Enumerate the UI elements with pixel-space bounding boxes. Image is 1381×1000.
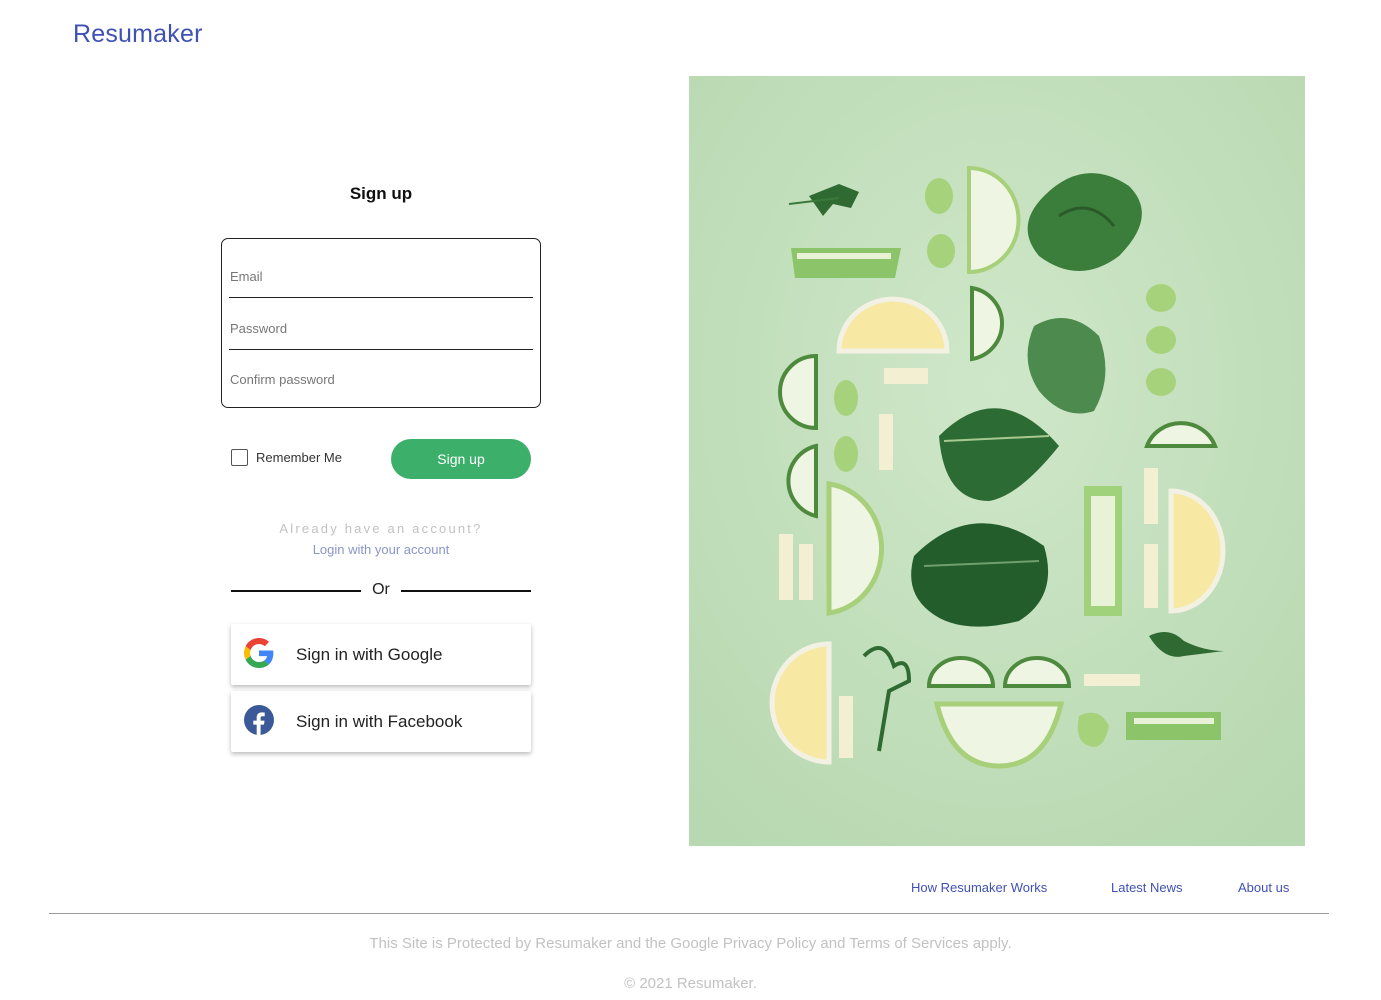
footer-divider: [49, 913, 1329, 914]
remember-me-toggle[interactable]: Remember Me: [231, 449, 342, 466]
footer-link-about-us[interactable]: About us: [1238, 880, 1289, 895]
sign-up-button[interactable]: Sign up: [391, 439, 531, 479]
resumaker-logo[interactable]: Resumaker: [73, 20, 203, 49]
password-field[interactable]: [229, 307, 533, 350]
vegetables-hero-image: [689, 76, 1305, 846]
login-link[interactable]: Login with your account: [221, 542, 541, 557]
or-divider: Or: [231, 580, 531, 600]
footer-link-latest-news[interactable]: Latest News: [1111, 880, 1183, 895]
vegetables-illustration: [689, 76, 1305, 846]
form-title: Sign up: [349, 184, 413, 203]
facebook-f-icon: [244, 705, 274, 735]
or-line-right: [401, 590, 531, 592]
remember-me-label: Remember Me: [256, 450, 342, 465]
credentials-field-group: [221, 238, 541, 408]
or-line-left: [231, 590, 361, 592]
facebook-sign-in-label: Sign in with Facebook: [296, 712, 463, 731]
google-sign-in-label: Sign in with Google: [296, 645, 443, 664]
copyright: © 2021 Resumaker.: [624, 975, 757, 992]
email-field[interactable]: [229, 255, 533, 298]
legal-notice: This Site is Protected by Resumaker and …: [369, 935, 1012, 952]
confirm-password-field[interactable]: [229, 359, 533, 399]
google-g-icon: [244, 638, 274, 668]
already-have-account-text: Already have an account?: [279, 521, 483, 536]
or-text: Or: [372, 581, 390, 598]
facebook-sign-in-button[interactable]: Sign in with Facebook: [231, 691, 531, 752]
remember-me-checkbox[interactable]: [231, 449, 248, 466]
google-sign-in-button[interactable]: Sign in with Google: [231, 624, 531, 685]
footer-link-how-it-works[interactable]: How Resumaker Works: [911, 880, 1047, 895]
